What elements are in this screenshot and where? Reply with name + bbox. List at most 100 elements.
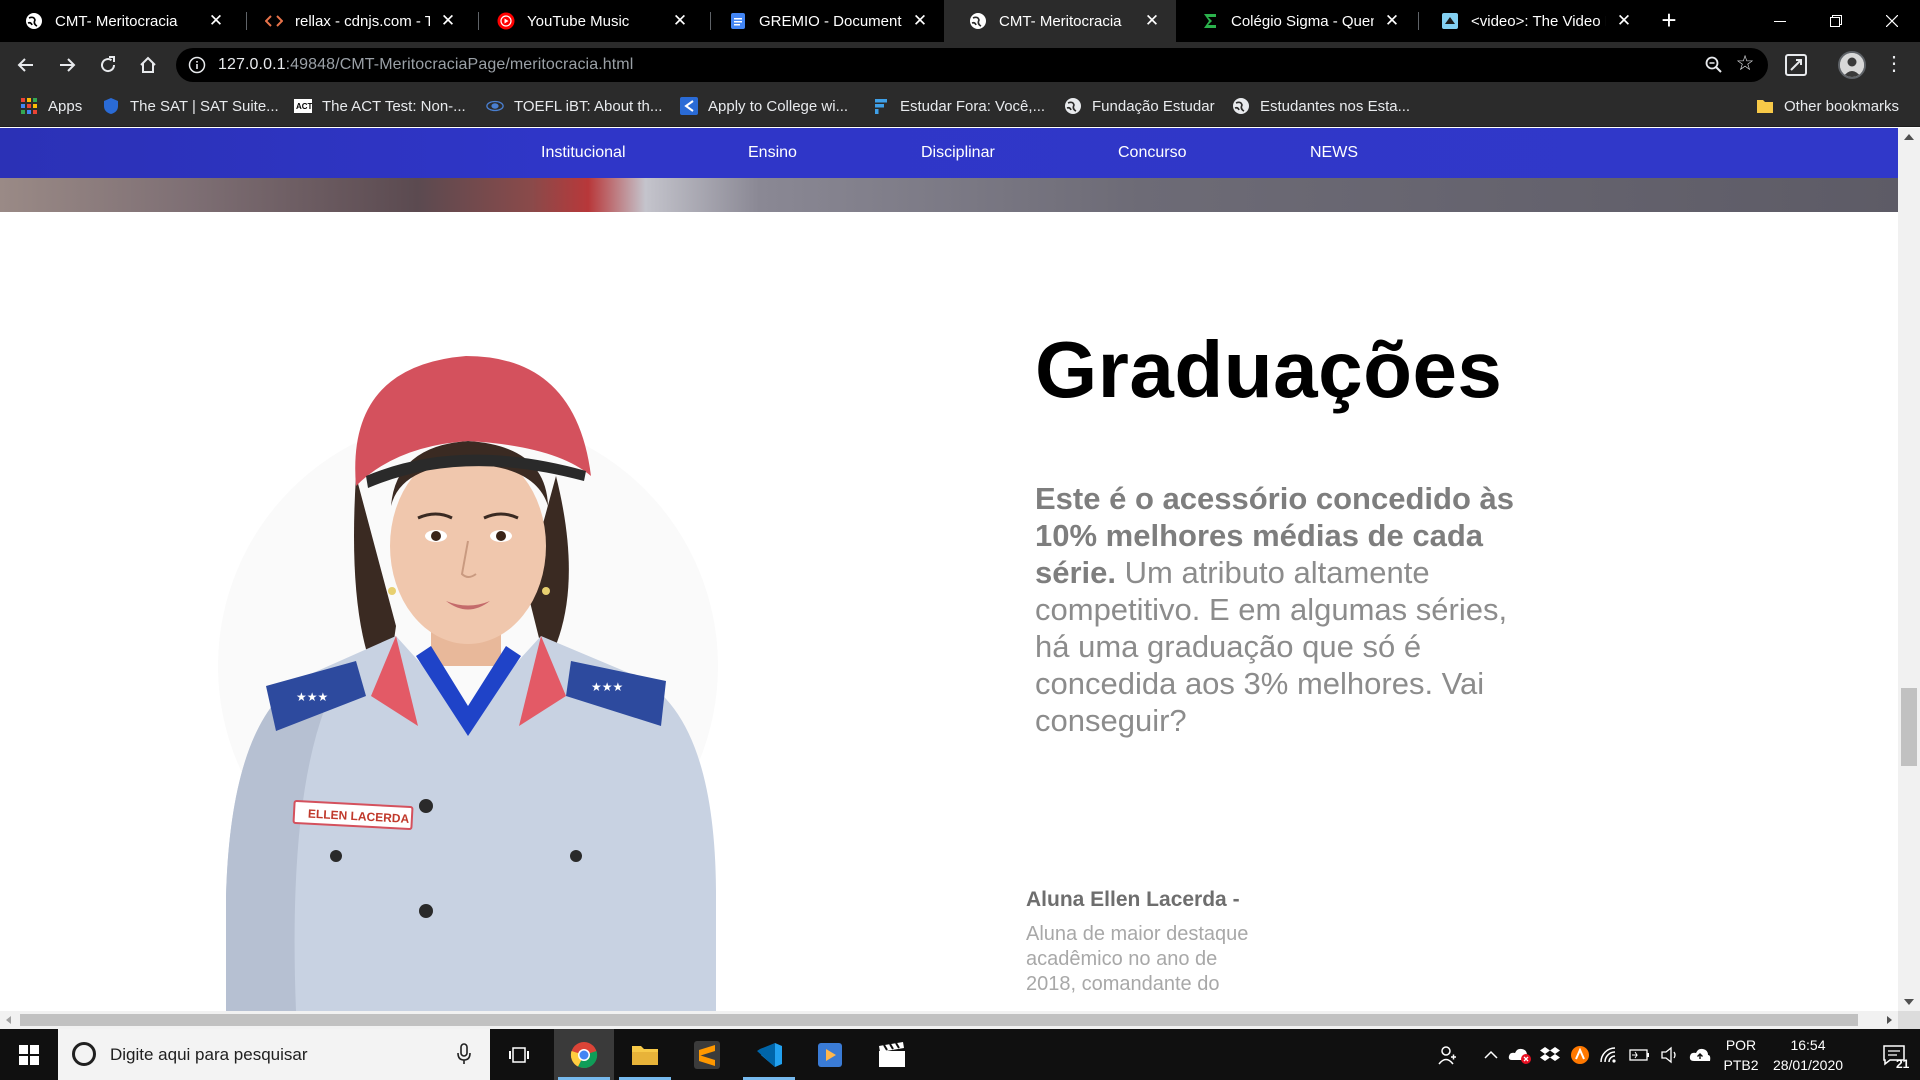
- close-icon[interactable]: ✕: [912, 11, 928, 30]
- minimize-button[interactable]: [1752, 0, 1808, 42]
- taskbar-sublime-text[interactable]: [677, 1029, 737, 1080]
- chrome-menu-icon[interactable]: ⋮: [1884, 53, 1904, 77]
- restore-button[interactable]: [1808, 0, 1864, 42]
- url-text[interactable]: 127.0.0.1:49848/CMT-MeritocraciaPage/mer…: [218, 56, 633, 74]
- back-button[interactable]: [12, 51, 40, 79]
- svg-text:★★★: ★★★: [296, 690, 328, 704]
- cloud-upload-icon[interactable]: [1686, 1029, 1714, 1080]
- bookmark-star-icon[interactable]: ☆: [1734, 53, 1756, 76]
- arrow-left-icon: [17, 58, 33, 72]
- close-icon[interactable]: ✕: [1144, 11, 1160, 30]
- nav-concurso[interactable]: Concurso: [1118, 144, 1186, 162]
- svg-text:ACT: ACT: [296, 102, 312, 111]
- bookmark-estudantes-eua[interactable]: Estudantes nos Esta...: [1232, 87, 1410, 125]
- microphone-icon[interactable]: [454, 1043, 474, 1065]
- close-icon[interactable]: ✕: [1384, 11, 1400, 30]
- horizontal-scroll-thumb[interactable]: [20, 1014, 1858, 1026]
- scroll-down-arrow-icon[interactable]: [1904, 999, 1914, 1005]
- close-icon[interactable]: ✕: [208, 11, 224, 30]
- profile-avatar[interactable]: [1838, 51, 1866, 79]
- estudar-fora-icon: [872, 97, 890, 115]
- other-bookmarks[interactable]: Other bookmarks: [1756, 87, 1899, 125]
- language-indicator[interactable]: POR PTB2: [1716, 1035, 1766, 1075]
- dropbox-icon[interactable]: [1536, 1029, 1564, 1080]
- tab-title: rellax - cdnjs.com - The: [295, 12, 430, 30]
- vertical-scroll-thumb[interactable]: [1901, 688, 1917, 766]
- nav-news[interactable]: NEWS: [1310, 144, 1358, 162]
- close-icon[interactable]: ✕: [440, 11, 456, 30]
- bookmark-label: The ACT Test: Non-...: [322, 97, 466, 115]
- horizontal-scrollbar[interactable]: [0, 1011, 1898, 1029]
- taskbar-chrome[interactable]: [554, 1029, 614, 1080]
- bookmark-apps[interactable]: Apps: [20, 87, 82, 125]
- start-button[interactable]: [0, 1029, 58, 1080]
- battery-icon[interactable]: [1626, 1029, 1654, 1080]
- taskbar-search[interactable]: Digite aqui para pesquisar: [58, 1029, 490, 1080]
- nav-institucional[interactable]: Institucional: [541, 144, 626, 162]
- nav-disciplinar[interactable]: Disciplinar: [921, 144, 995, 162]
- browser-toolbar: 127.0.0.1:49848/CMT-MeritocraciaPage/mer…: [0, 42, 1920, 87]
- globe-icon: [1232, 97, 1250, 115]
- address-bar[interactable]: 127.0.0.1:49848/CMT-MeritocraciaPage/mer…: [176, 48, 1768, 82]
- bookmark-sat[interactable]: The SAT | SAT Suite...: [102, 87, 279, 125]
- globe-icon: [1064, 97, 1082, 115]
- scroll-right-arrow-icon[interactable]: [1887, 1016, 1892, 1024]
- bookmark-act[interactable]: ACT The ACT Test: Non-...: [294, 87, 466, 125]
- bookmark-fundacao-estudar[interactable]: Fundação Estudar: [1064, 87, 1215, 125]
- wifi-icon[interactable]: [1596, 1029, 1624, 1080]
- zoom-icon[interactable]: [1704, 55, 1724, 75]
- mdn-icon: [1441, 12, 1459, 30]
- close-icon[interactable]: ✕: [1616, 11, 1632, 30]
- scroll-up-arrow-icon[interactable]: [1904, 134, 1914, 140]
- tab-cmt-meritocracia-1[interactable]: CMT- Meritocracia ✕: [0, 0, 240, 42]
- info-icon[interactable]: [188, 56, 206, 74]
- tab-colegio-sigma[interactable]: Colégio Sigma - Quem ✕: [1176, 0, 1416, 42]
- bookmarks-bar: Apps The SAT | SAT Suite... ACT The ACT …: [0, 87, 1920, 127]
- new-tab-button[interactable]: +: [1656, 7, 1682, 34]
- taskbar-video-editor[interactable]: [862, 1029, 922, 1080]
- bookmark-estudar-fora[interactable]: Estudar Fora: Você,...: [872, 87, 1045, 125]
- tab-rellax[interactable]: rellax - cdnjs.com - The ✕: [240, 0, 472, 42]
- vscode-icon: [757, 1042, 782, 1067]
- forward-button[interactable]: [53, 51, 81, 79]
- nav-ensino[interactable]: Ensino: [748, 144, 797, 162]
- extension-icon[interactable]: [1784, 53, 1808, 77]
- close-icon[interactable]: ✕: [672, 11, 688, 30]
- chevron-up-icon[interactable]: [1478, 1029, 1504, 1080]
- system-clock[interactable]: 16:54 28/01/2020: [1760, 1035, 1856, 1075]
- svg-text:★★★: ★★★: [591, 680, 623, 694]
- tab-video-element[interactable]: <video>: The Video Em ✕: [1416, 0, 1648, 42]
- language-code: POR: [1725, 1037, 1757, 1053]
- onedrive-error-icon[interactable]: [1506, 1029, 1534, 1080]
- bookmark-label: Apply to College wi...: [708, 97, 849, 115]
- bookmark-commonapp[interactable]: Apply to College wi...: [680, 87, 848, 125]
- tab-youtube-music[interactable]: YouTube Music ✕: [472, 0, 704, 42]
- action-center-button[interactable]: 21: [1868, 1029, 1920, 1080]
- globe-icon: [969, 12, 987, 30]
- bookmark-label: Estudar Fora: Você,...: [900, 97, 1046, 115]
- tab-title: GREMIO - Documentos: [759, 12, 902, 30]
- taskbar-file-explorer[interactable]: [615, 1029, 675, 1080]
- tab-cmt-meritocracia-active[interactable]: CMT- Meritocracia ✕: [944, 0, 1176, 42]
- vertical-scrollbar[interactable]: [1898, 128, 1920, 1011]
- tab-title: <video>: The Video Em: [1471, 12, 1606, 30]
- task-view-button[interactable]: [490, 1029, 550, 1080]
- taskbar-vscode[interactable]: [739, 1029, 799, 1080]
- bookmark-toefl[interactable]: TOEFL iBT: About th...: [486, 87, 662, 125]
- code-icon: [265, 12, 283, 30]
- taskbar-media-player[interactable]: [800, 1029, 860, 1080]
- home-icon: [140, 56, 156, 73]
- people-icon[interactable]: [1432, 1029, 1464, 1080]
- tab-gremio-documentos[interactable]: GREMIO - Documentos ✕: [704, 0, 944, 42]
- volume-icon[interactable]: [1656, 1029, 1684, 1080]
- sigma-icon: [1201, 12, 1219, 30]
- windows-logo-icon: [19, 1044, 39, 1065]
- bookmark-label: Estudantes nos Esta...: [1260, 97, 1411, 115]
- close-window-button[interactable]: [1864, 0, 1920, 42]
- home-button[interactable]: [134, 51, 162, 79]
- reload-icon: [101, 56, 116, 73]
- avast-icon[interactable]: [1566, 1029, 1594, 1080]
- google-docs-icon: [729, 12, 747, 30]
- scroll-left-arrow-icon[interactable]: [6, 1016, 11, 1024]
- reload-button[interactable]: [94, 51, 122, 79]
